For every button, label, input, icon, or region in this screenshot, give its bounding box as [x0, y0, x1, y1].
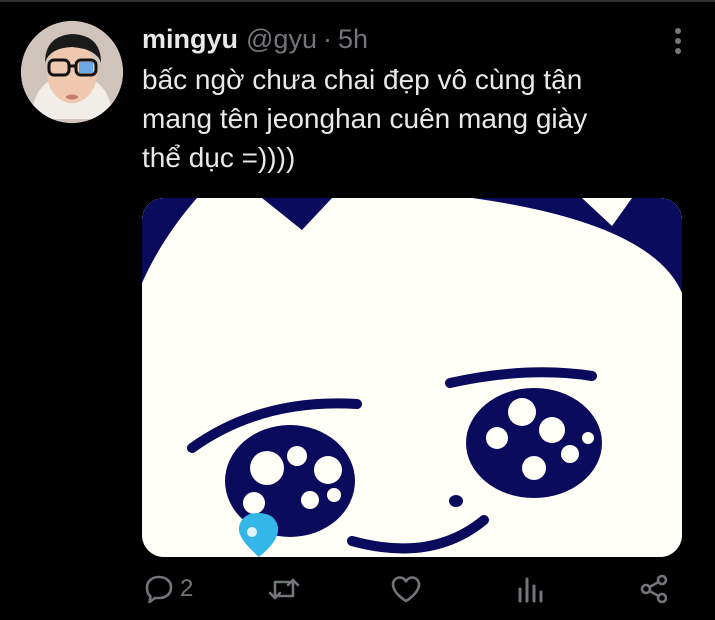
more-dot-icon — [675, 48, 681, 54]
retweet-icon — [268, 578, 300, 600]
heart-icon — [391, 576, 421, 603]
like-button[interactable] — [390, 570, 422, 608]
share-button[interactable] — [640, 570, 670, 608]
tweet-timestamp[interactable]: 5h — [338, 24, 368, 55]
analytics-button[interactable] — [517, 570, 545, 608]
tweet-media-image[interactable] — [142, 198, 682, 557]
tweet-actions-bar: 2 — [0, 570, 715, 608]
tweet-header: mingyu @gyu · 5h — [142, 24, 368, 58]
author-avatar[interactable] — [21, 21, 123, 123]
more-options-button[interactable] — [664, 26, 692, 56]
more-dot-icon — [675, 28, 681, 34]
more-dot-icon — [675, 38, 681, 44]
tweet-text: bấc ngờ chưa chai đẹp vô cùng tận mang t… — [142, 64, 588, 173]
reply-count: 2 — [180, 575, 194, 602]
top-divider — [0, 0, 715, 2]
cartoon-crying-face-image — [142, 198, 682, 557]
author-handle[interactable]: @gyu — [246, 24, 317, 55]
avatar-image — [21, 21, 123, 123]
header-separator: · — [322, 24, 332, 54]
reply-icon — [145, 575, 173, 604]
author-display-name[interactable]: mingyu — [142, 24, 238, 55]
retweet-button[interactable] — [268, 570, 300, 608]
reply-button[interactable]: 2 — [144, 570, 193, 608]
analytics-icon — [518, 577, 543, 603]
share-icon — [640, 574, 668, 604]
